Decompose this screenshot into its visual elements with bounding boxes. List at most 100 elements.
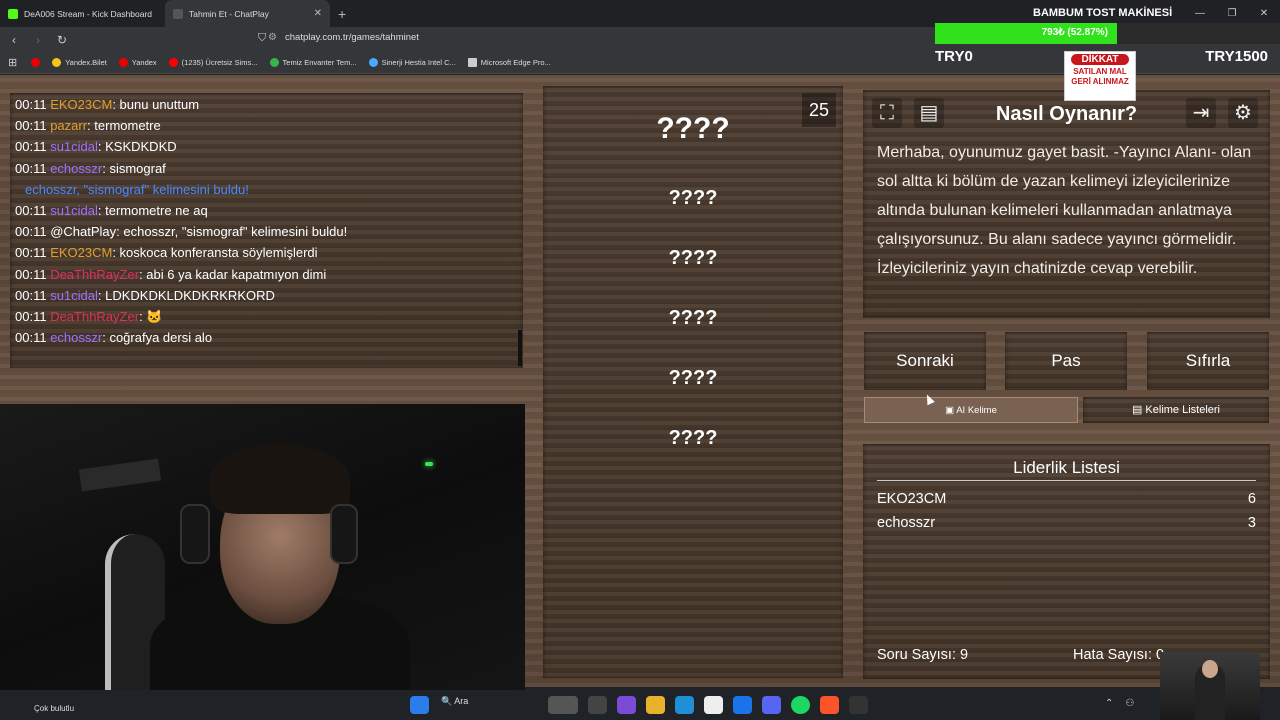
bookmark-edge[interactable]: Microsoft Edge Pro... — [467, 58, 551, 67]
apps-grid-icon[interactable]: ⊞ — [8, 56, 17, 69]
chat-message: echosszr, "sismograf" kelimesini buldu! — [25, 182, 249, 197]
tab-label: DeA006 Stream - Kick Dashboard — [24, 8, 153, 19]
chat-time: 00:11 — [15, 139, 51, 155]
chat-message: 00:11 su1cidal: KSKDKDKD — [15, 139, 177, 154]
network-icon[interactable]: ⚇ — [1125, 698, 1134, 709]
bookmark-label: Yandex — [131, 58, 157, 67]
word-lists-button[interactable]: ▤ Kelime Listeleri — [1083, 397, 1269, 423]
chat-username[interactable]: EKO23CM — [50, 245, 112, 260]
chat-username[interactable]: @ChatPlay — [50, 224, 116, 239]
chevron-up-icon[interactable]: ⌃ — [1105, 698, 1113, 709]
taskbar-apps — [410, 696, 429, 714]
chat-username[interactable]: EKO23CM — [50, 97, 112, 112]
bookmark-sinerji[interactable]: Sinerji Hestia Intel C... — [368, 58, 456, 67]
spotify-icon[interactable] — [791, 696, 810, 714]
reload-icon[interactable]: ↻ — [52, 33, 72, 47]
forward-icon[interactable]: › — [28, 33, 48, 47]
leaderboard-title: Liderlik Listesi — [1013, 458, 1120, 477]
chat-time: 00:11 — [15, 118, 51, 134]
warning-badge-title: DİKKAT — [1071, 54, 1129, 65]
chat-username[interactable]: DeaThhRayZer — [50, 267, 139, 282]
back-icon[interactable]: ‹ — [4, 33, 24, 47]
player-score: 6 — [1247, 491, 1256, 507]
leaderboard-row: echosszr 3 — [877, 515, 1256, 531]
chat-username[interactable]: su1cidal — [50, 139, 98, 154]
robot-icon: ▣ — [945, 405, 957, 416]
store-icon[interactable] — [704, 696, 723, 714]
site-info-icon[interactable]: ⚙ — [268, 32, 277, 43]
taskbar: Çok bulutlu 🔍 Ara ⌃ ⚇ — [0, 690, 1280, 720]
forbidden-word: ???? — [668, 427, 718, 449]
chat-scrollbar[interactable] — [518, 330, 522, 366]
mini-webcam — [1160, 652, 1260, 720]
chat-message: 00:11 su1cidal: termometre ne aq — [15, 203, 208, 218]
discord-icon[interactable] — [762, 696, 781, 714]
chat-text: : termometre ne aq — [97, 203, 208, 218]
leaderboard-row: EKO23CM 6 — [877, 491, 1256, 507]
bookmark-temiz-envanter[interactable]: Temiz Envanter Tem... — [269, 58, 357, 67]
brave-icon[interactable] — [820, 696, 839, 714]
chat-message: 00:11 EKO23CM: koskoca konferansta söyle… — [15, 245, 318, 260]
bookmark-youtube[interactable] — [31, 58, 41, 67]
word-lists-label: Kelime Listeleri — [1145, 404, 1221, 416]
taskbar-search[interactable]: 🔍 Ara — [441, 696, 468, 707]
close-tab-icon[interactable]: ✕ — [314, 8, 322, 19]
edge-icon[interactable] — [675, 696, 694, 714]
tab-chatplay[interactable]: Tahmin Et - ChatPlay ✕ — [165, 0, 330, 27]
system-tray: ⌃ ⚇ — [1105, 698, 1134, 709]
chat-message: 00:11 su1cidal: LDKDKDKLDKDKRKRKORD — [15, 288, 275, 303]
chat-username[interactable]: pazarr — [50, 118, 87, 133]
bookmark-label: Sinerji Hestia Intel C... — [381, 58, 456, 67]
goal-title: BAMBUM TOST MAKİNESİ — [1033, 7, 1173, 19]
chat-username[interactable]: su1cidal — [50, 203, 98, 218]
chat-text: : sismograf — [102, 160, 166, 176]
chat-time: 00:11 — [15, 203, 51, 218]
ai-word-label: AI Kelime — [956, 405, 997, 416]
weather-widget[interactable]: Çok bulutlu — [34, 704, 74, 713]
start-icon[interactable] — [410, 696, 429, 714]
app-icon[interactable] — [849, 696, 868, 714]
url-input[interactable]: chatplay.com.tr/games/tahminet — [285, 32, 419, 43]
main-word: ???? — [656, 112, 730, 145]
bookmark-yandex-bilet[interactable]: Yandex.Bilet — [52, 58, 107, 67]
chat-username[interactable]: su1cidal — [50, 288, 98, 303]
reset-button[interactable]: Sıfırla — [1147, 332, 1269, 390]
bookmark-sims[interactable]: (1235) Ücretsiz Sims... — [168, 58, 258, 67]
new-tab-icon[interactable]: + — [338, 6, 346, 22]
ai-word-button[interactable]: ▣ AI Kelime — [864, 397, 1078, 423]
diamond-icon — [368, 58, 378, 67]
leaderboard-divider — [877, 480, 1256, 481]
headphone-right — [330, 504, 358, 564]
chat-text: : 🐱 — [139, 309, 163, 324]
chat-message: 00:11 echosszr: coğrafya dersi alo — [15, 330, 212, 345]
warning-badge: DİKKAT SATILAN MAL GERİ ALINMAZ — [1064, 51, 1136, 101]
warning-badge-line: GERİ ALINMAZ — [1071, 77, 1129, 86]
chat-time: 00:11 — [15, 97, 51, 112]
error-count: Hata Sayısı: 0 — [1073, 647, 1165, 663]
chat-message: 00:11 @ChatPlay: echosszr, "sismograf" k… — [15, 224, 347, 239]
chat-time: 00:11 — [15, 287, 51, 303]
bookmark-label: Yandex.Bilet — [65, 58, 107, 67]
mail-icon[interactable] — [733, 696, 752, 714]
chat-message: 00:11 DeaThhRayZer: abi 6 ya kadar kapat… — [15, 267, 326, 282]
chat-username[interactable]: echosszr — [50, 161, 102, 176]
question-count: Soru Sayısı: 9 — [877, 647, 969, 663]
widgets-icon[interactable] — [548, 696, 578, 714]
chat-username[interactable]: DeaThhRayZer — [50, 309, 139, 324]
task-view-icon[interactable] — [588, 696, 607, 714]
tab-kick-dashboard[interactable]: DeA006 Stream - Kick Dashboard — [0, 0, 165, 27]
next-button[interactable]: Sonraki — [864, 332, 986, 390]
chat-time: 00:11 — [15, 309, 51, 324]
chat-username[interactable]: echosszr — [50, 330, 102, 345]
chat-text: : echosszr, "sismograf" kelimesini buldu… — [116, 224, 348, 240]
warning-badge-line: SATILAN MAL — [1073, 67, 1127, 76]
chat-username[interactable]: echosszr, — [25, 182, 80, 197]
file-explorer-icon[interactable] — [646, 696, 665, 714]
bookmark-icon[interactable]: ⛉ — [258, 32, 266, 45]
background-sign — [78, 458, 162, 492]
player-score: 3 — [1247, 515, 1256, 531]
pass-button[interactable]: Pas — [1005, 332, 1127, 390]
copilot-icon[interactable] — [617, 696, 636, 714]
bookmark-yandex[interactable]: Yandex — [118, 58, 157, 67]
goal-min: TRY0 — [935, 48, 973, 65]
